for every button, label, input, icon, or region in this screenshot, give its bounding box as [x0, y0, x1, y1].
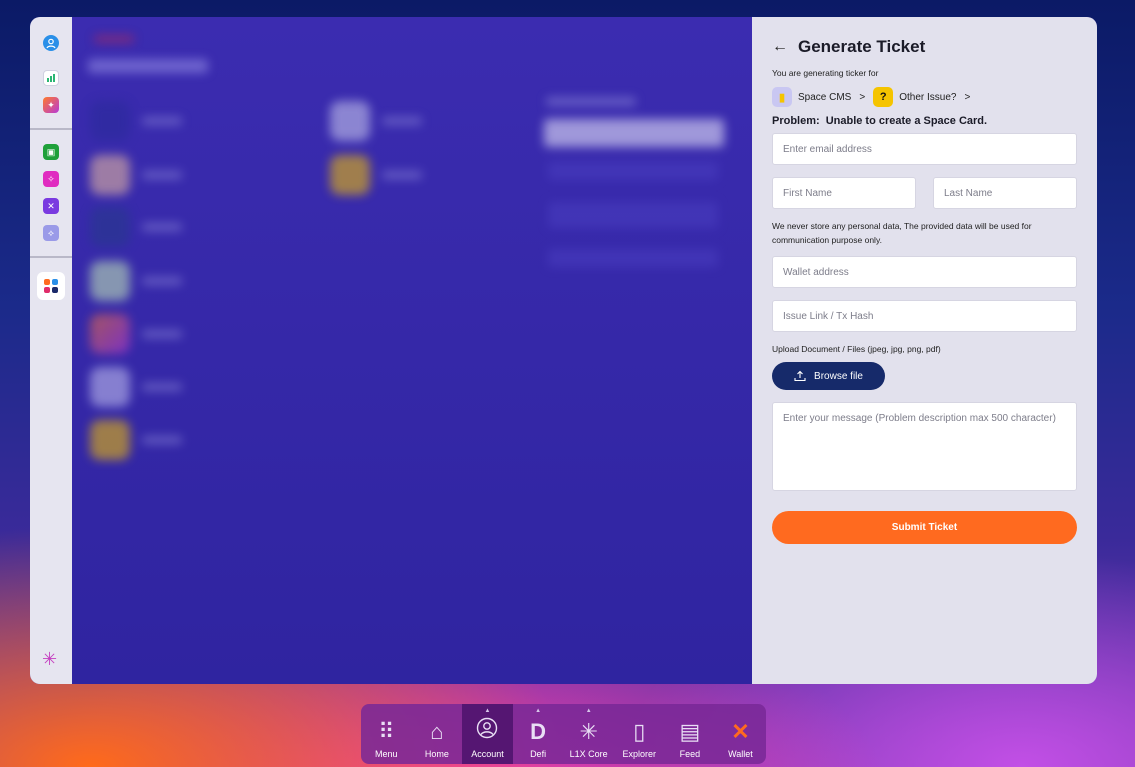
network-app-icon[interactable]: ⟡ — [43, 225, 59, 241]
wallet-app-icon[interactable]: ▣ — [43, 144, 59, 160]
rail-divider — [30, 128, 72, 130]
panel-header: ← Generate Ticket — [772, 37, 1077, 57]
upload-icon — [794, 370, 806, 382]
caret-up-icon: ▲ — [484, 708, 491, 714]
chart-app-icon[interactable] — [43, 70, 59, 86]
dock-label: Defi — [530, 749, 547, 759]
browse-file-label: Browse file — [814, 370, 863, 382]
browse-file-button[interactable]: Browse file — [772, 362, 885, 390]
crumb-other-issue[interactable]: Other Issue? — [899, 92, 956, 103]
wallet-address-field[interactable] — [772, 256, 1077, 288]
dock-label: L1X Core — [569, 749, 608, 759]
question-icon: ? — [873, 87, 894, 107]
problem-text: Unable to create a Space Card. — [825, 115, 988, 127]
app-window: ✦ ▣ ✧ ✕ ⟡ ✳ ← Generate Ticket You are ge… — [30, 17, 1097, 684]
dock-item-account[interactable]: ▲ Account — [462, 704, 513, 764]
problem-line: Problem: Unable to create a Space Card. — [772, 115, 1077, 127]
feed-icon: ▤ — [679, 719, 701, 744]
page-title: Generate Ticket — [798, 37, 926, 56]
generate-ticket-panel: ← Generate Ticket You are generating tic… — [752, 17, 1097, 684]
breadcrumb: ▮ Space CMS > ? Other Issue? > — [772, 87, 1077, 107]
dock-item-wallet[interactable]: ✕ Wallet — [715, 704, 766, 764]
back-arrow-icon[interactable]: ← — [772, 39, 788, 55]
side-rail: ✦ ▣ ✧ ✕ ⟡ ✳ — [30, 17, 72, 684]
dock-label: Wallet — [728, 749, 753, 759]
defi-icon: D — [530, 719, 547, 744]
dock-label: Account — [471, 749, 504, 759]
last-name-field[interactable] — [933, 177, 1077, 209]
dock: ⠿ Menu ⌂ Home ▲ Account ▲ D Defi ▲ ✳ L1X… — [361, 704, 766, 764]
space-cms-app-icon[interactable] — [37, 272, 65, 300]
space-cms-icon: ▮ — [772, 87, 792, 107]
dock-item-l1x-core[interactable]: ▲ ✳ L1X Core — [563, 704, 614, 764]
crumb-separator: > — [859, 91, 866, 103]
home-icon: ⌂ — [430, 719, 444, 744]
problem-label: Problem: — [772, 115, 820, 127]
dock-label: Feed — [679, 749, 701, 759]
l1x-core-icon: ✳ — [579, 719, 598, 744]
crumb-separator: > — [964, 91, 971, 103]
profile-icon[interactable] — [43, 35, 59, 51]
account-icon — [476, 717, 498, 743]
blurred-background — [72, 17, 752, 684]
issue-link-field[interactable] — [772, 300, 1077, 332]
dock-item-menu[interactable]: ⠿ Menu — [361, 704, 412, 764]
caret-up-icon: ▲ — [535, 708, 542, 714]
dock-item-defi[interactable]: ▲ D Defi — [513, 704, 564, 764]
dock-item-home[interactable]: ⌂ Home — [412, 704, 463, 764]
dock-label: Menu — [375, 749, 398, 759]
name-row — [772, 177, 1077, 209]
grid-icon: ⠿ — [378, 719, 395, 744]
dock-label: Explorer — [622, 749, 657, 759]
l1x-app-icon[interactable]: ✕ — [43, 198, 59, 214]
wallet-icon: ✕ — [731, 719, 750, 744]
submit-ticket-button[interactable]: Submit Ticket — [772, 511, 1077, 544]
dock-item-feed[interactable]: ▤ Feed — [665, 704, 716, 764]
crumb-space-cms[interactable]: Space CMS — [798, 92, 851, 103]
message-field[interactable] — [772, 402, 1077, 491]
email-field[interactable] — [772, 133, 1077, 165]
explorer-icon: ▯ — [633, 719, 646, 744]
caret-up-icon: ▲ — [585, 708, 592, 714]
privacy-note: We never store any personal data, The pr… — [772, 221, 1032, 245]
sparkle-app-icon[interactable]: ✧ — [43, 171, 59, 187]
first-name-field[interactable] — [772, 177, 916, 209]
dock-item-explorer[interactable]: ▯ Explorer — [614, 704, 665, 764]
l1x-logo-icon: ✳ — [42, 649, 58, 669]
rail-divider — [30, 256, 72, 258]
upload-label: Upload Document / Files (jpeg, jpg, png,… — [772, 344, 941, 354]
rocket-app-icon[interactable]: ✦ — [43, 97, 59, 113]
dock-label: Home — [424, 749, 449, 759]
generating-for-note: You are generating ticker for — [772, 68, 879, 78]
